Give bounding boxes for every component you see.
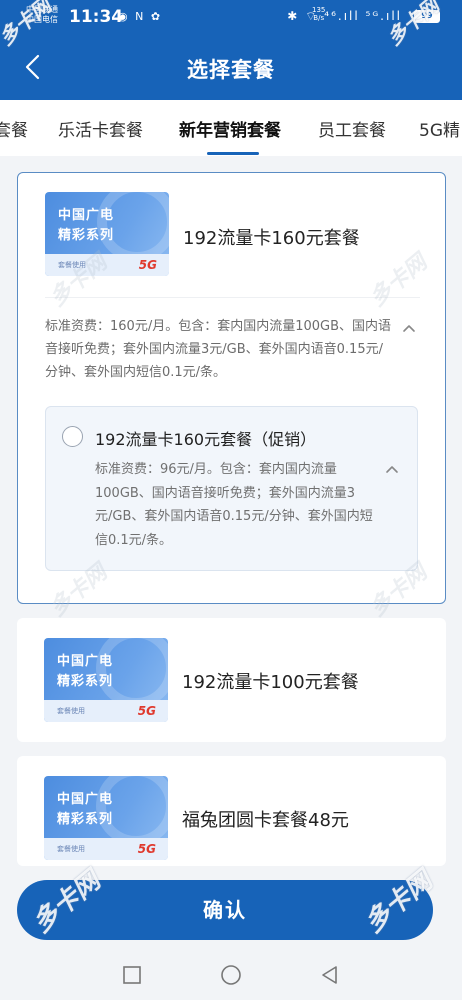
chevron-up-icon <box>386 466 398 473</box>
plan-thumbnail: 中国广电 精彩系列 套餐使用 5G <box>44 776 168 860</box>
tab-lehuo-card[interactable]: 乐活卡套餐 <box>58 116 143 141</box>
notification-icons: ◉ N ✿ <box>118 10 163 23</box>
5g-badge: 5G <box>137 704 156 718</box>
plan-card-expanded[interactable]: 中国广电 精彩系列 套餐使用 5G 192流量卡160元套餐 标准资费：160元… <box>17 172 446 622</box>
radio-button[interactable] <box>62 426 83 447</box>
tab-5g[interactable]: 5G精 <box>419 116 460 141</box>
back-nav-button[interactable] <box>318 963 342 987</box>
chevron-up-icon <box>403 325 415 332</box>
plan-name: 192流量卡100元套餐 <box>182 672 359 693</box>
circle-icon <box>221 965 241 985</box>
square-icon <box>123 966 141 984</box>
triangle-back-icon <box>322 966 337 984</box>
page-title: 选择套餐 <box>187 58 275 82</box>
tab-new-year[interactable]: 新年营销套餐 <box>179 116 281 141</box>
thumbnail-small-text: 套餐使用 <box>57 707 85 715</box>
thumbnail-line-2: 精彩系列 <box>57 674 114 689</box>
thumbnail-line-1: 中国广电 <box>58 208 115 223</box>
sub-plan-option[interactable]: 192流量卡160元套餐（促销） 标准资费：96元/月。包含：套内国内流量100… <box>45 406 418 571</box>
plan-description: 标准资费：160元/月。包含：套内国内流量100GB、国内语音接听免费；套外国内… <box>45 319 391 380</box>
plan-card[interactable]: 中国广电 精彩系列 套餐使用 5G 福兔团圆卡套餐48元 <box>17 756 446 866</box>
sub-plan-name: 192流量卡160元套餐（促销） <box>95 430 317 449</box>
thumbnail-line-1: 中国广电 <box>57 792 114 807</box>
home-button[interactable] <box>219 963 243 987</box>
plan-name: 192流量卡160元套餐 <box>183 228 360 249</box>
collapse-button[interactable] <box>401 320 417 336</box>
active-tab-indicator <box>207 152 259 155</box>
sub-collapse-button[interactable] <box>384 461 400 477</box>
thumbnail-line-2: 精彩系列 <box>58 228 115 243</box>
plan-thumbnail: 中国广电 精彩系列 套餐使用 5G <box>44 638 168 722</box>
watermark: 多卡网 <box>365 250 432 312</box>
thumbnail-small-text: 套餐使用 <box>57 845 85 853</box>
tab-plan[interactable]: 套餐 <box>0 116 28 141</box>
5g-badge: 5G <box>137 842 156 856</box>
thumbnail-line-2: 精彩系列 <box>57 812 114 827</box>
5g-badge: 5G <box>138 258 157 272</box>
status-time: 11:34 <box>69 7 124 27</box>
category-tabs: 套餐 乐活卡套餐 新年营销套餐 员工套餐 5G精 <box>0 100 462 156</box>
signal-icons: ✱ ⌔ ⁴⁶.ıll ⁵ᴳ.ıll <box>287 9 402 23</box>
recent-apps-button[interactable] <box>120 963 144 987</box>
sub-plan-description: 标准资费：96元/月。包含：套内国内流量100GB、国内语音接听免费；套外国内流… <box>95 462 373 548</box>
plan-card[interactable]: 中国广电 精彩系列 套餐使用 5G 192流量卡100元套餐 <box>17 618 446 742</box>
thumbnail-line-1: 中国广电 <box>57 654 114 669</box>
divider <box>45 297 420 298</box>
plan-name: 福兔团圆卡套餐48元 <box>182 810 349 831</box>
tab-employee[interactable]: 员工套餐 <box>318 116 386 141</box>
system-nav-bar <box>0 950 462 1000</box>
app-header: 中国联通 中国电信 11:34 ◉ N ✿ 135 B/s ✱ ⌔ ⁴⁶.ıll… <box>0 0 462 100</box>
